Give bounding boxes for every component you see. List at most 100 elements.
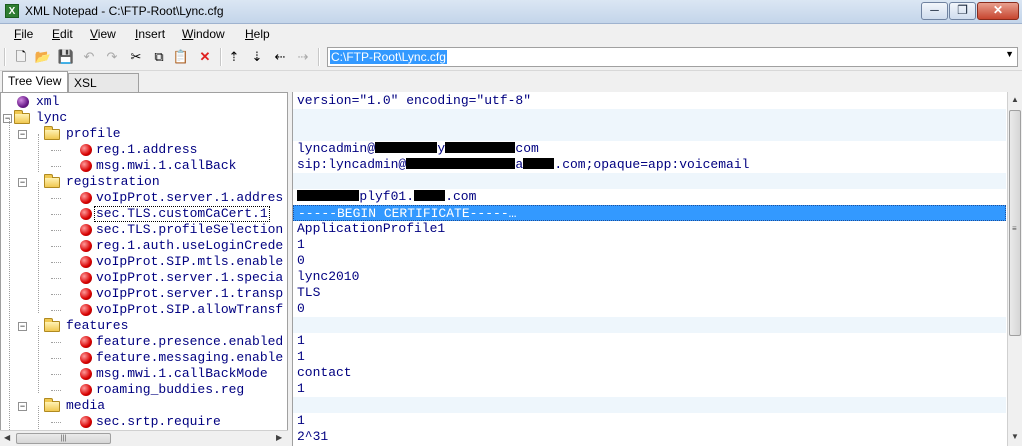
horizontal-scroll-thumb[interactable]: ||| — [16, 433, 111, 444]
tree-node[interactable]: voIpProt.SIP.mtls.enable — [1, 254, 287, 270]
file-path-text[interactable]: C:\FTP-Root\Lync.cfg — [330, 50, 447, 64]
menu-insert[interactable]: Insert — [135, 27, 165, 41]
value-row[interactable] — [293, 397, 1006, 413]
tree-node[interactable]: − features — [1, 318, 287, 334]
node-value-pane[interactable]: version="1.0" encoding="utf-8" lyncadmin@… — [292, 92, 1007, 446]
menu-file[interactable]: File — [14, 27, 33, 41]
close-button[interactable]: ✕ — [977, 2, 1019, 20]
menu-accelerator: E — [52, 27, 61, 41]
tree-node[interactable]: − media — [1, 398, 287, 414]
tree-node-label: reg.1.auth.useLoginCrede — [96, 238, 284, 253]
tree-node[interactable]: feature.messaging.enable — [1, 350, 287, 366]
value-row[interactable]: contact — [293, 365, 1006, 381]
nudge-down-icon[interactable]: ⇣ — [248, 48, 266, 66]
value-row[interactable] — [293, 125, 1006, 141]
tree-node[interactable]: sec.TLS.profileSelection — [1, 222, 287, 238]
collapse-node-icon[interactable]: − — [18, 130, 27, 139]
collapse-node-icon[interactable]: − — [18, 322, 27, 331]
value-text: a — [515, 157, 524, 172]
tree-connector — [51, 230, 61, 231]
value-row[interactable]: plyf01. .com — [293, 189, 1006, 205]
vertical-scroll-thumb[interactable]: ≡ — [1009, 110, 1021, 336]
tree-node[interactable]: xml — [1, 94, 287, 110]
tree-node[interactable]: roaming_buddies.reg — [1, 382, 287, 398]
attribute-icon — [80, 256, 92, 268]
value-text: 1 — [297, 413, 305, 428]
menu-help[interactable]: Help — [245, 27, 270, 41]
scroll-left-icon[interactable]: ◀ — [4, 433, 10, 442]
collapse-node-icon[interactable]: − — [18, 402, 27, 411]
xml-notepad-app-icon[interactable]: X — [5, 4, 19, 18]
tree-node[interactable]: voIpProt.server.1.transp — [1, 286, 287, 302]
tree-node[interactable]: − profile — [1, 126, 287, 142]
tree-node[interactable]: feature.presence.enabled — [1, 334, 287, 350]
cut-icon[interactable]: ✂ — [127, 48, 145, 66]
minimize-button[interactable]: ─ — [921, 2, 948, 20]
tree-node-label: registration — [66, 174, 160, 189]
value-row[interactable]: -----BEGIN CERTIFICATE-----… — [293, 205, 1006, 221]
delete-icon[interactable]: ✕ — [196, 48, 214, 66]
tree-node[interactable]: voIpProt.server.1.addres — [1, 190, 287, 206]
file-path-combobox[interactable]: C:\FTP-Root\Lync.cfg ▼ — [327, 47, 1018, 67]
value-row[interactable]: 1 — [293, 237, 1006, 253]
value-text: 1 — [297, 349, 305, 364]
tab-tree-view[interactable]: Tree View — [2, 71, 68, 93]
redacted-text — [445, 142, 516, 153]
collapse-node-icon[interactable]: − — [18, 178, 27, 187]
value-row[interactable]: 0 — [293, 253, 1006, 269]
nudge-up-icon[interactable]: ⇡ — [225, 48, 243, 66]
value-row[interactable]: 2^31 — [293, 429, 1006, 445]
tree-node[interactable]: reg.1.auth.useLoginCrede — [1, 238, 287, 254]
tree-view-pane[interactable]: xml − lync − profile reg.1.address msg.mwi.1.c… — [0, 92, 288, 431]
tab-xsl-output[interactable]: XSL Output — [68, 73, 139, 104]
menu-edit[interactable]: Edit — [52, 27, 73, 41]
menu-label-rest: elp — [253, 27, 270, 41]
tree-node[interactable]: − lync — [1, 110, 287, 126]
tree-horizontal-scrollbar[interactable]: ◀ ||| ▶ — [0, 430, 288, 446]
menu-view[interactable]: View — [90, 27, 116, 41]
value-row[interactable]: lyncadmin@ y com — [293, 141, 1006, 157]
value-row[interactable]: version="1.0" encoding="utf-8" — [293, 93, 1006, 109]
value-row[interactable] — [293, 173, 1006, 189]
tree-node[interactable]: msg.mwi.1.callBackMode — [1, 366, 287, 382]
value-row[interactable]: 0 — [293, 301, 1006, 317]
value-row[interactable]: TLS — [293, 285, 1006, 301]
chevron-down-icon[interactable]: ▼ — [1005, 49, 1014, 59]
value-row[interactable] — [293, 317, 1006, 333]
tree-node[interactable]: msg.mwi.1.callBack — [1, 158, 287, 174]
redo-icon[interactable]: ↷ — [103, 48, 121, 66]
tree-node[interactable]: voIpProt.server.1.specia — [1, 270, 287, 286]
open-folder-icon[interactable]: 📂 — [34, 48, 52, 66]
new-file-icon[interactable]: 🗋 — [12, 48, 30, 66]
collapse-node-icon[interactable]: − — [3, 114, 12, 123]
value-row[interactable]: lync2010 — [293, 269, 1006, 285]
value-row[interactable]: 1 — [293, 333, 1006, 349]
tree-node[interactable]: − registration — [1, 174, 287, 190]
scroll-right-icon[interactable]: ▶ — [276, 433, 282, 442]
vertical-scrollbar[interactable]: ▲ ≡ ▼ — [1007, 92, 1022, 446]
copy-icon[interactable]: ⧉ — [150, 48, 168, 66]
value-row[interactable]: sip:lyncadmin@ a .com;opaque=app:voicemail — [293, 157, 1006, 173]
value-row[interactable]: ApplicationProfile1 — [293, 221, 1006, 237]
undo-icon[interactable]: ↶ — [80, 48, 98, 66]
value-row[interactable]: 1 — [293, 413, 1006, 429]
tree-node[interactable]: sec.srtp.require — [1, 414, 287, 430]
nudge-left-icon[interactable]: ⇠ — [271, 48, 289, 66]
value-row[interactable]: 1 — [293, 381, 1006, 397]
value-text: lyncadmin@ — [297, 141, 376, 156]
value-row[interactable]: 1 — [293, 349, 1006, 365]
paste-icon[interactable]: 📋 — [172, 48, 190, 66]
menu-bar: File Edit View Insert Window Help — [0, 24, 1022, 44]
tree-node[interactable]: sec.TLS.customCaCert.1 — [1, 206, 287, 222]
menu-window[interactable]: Window — [182, 27, 225, 41]
scroll-up-icon[interactable]: ▲ — [1011, 95, 1019, 104]
save-icon[interactable]: 💾 — [57, 48, 75, 66]
value-row[interactable] — [293, 109, 1006, 125]
scroll-down-icon[interactable]: ▼ — [1011, 432, 1019, 441]
tree-node[interactable]: reg.1.address — [1, 142, 287, 158]
tree-node[interactable]: voIpProt.SIP.allowTransf — [1, 302, 287, 318]
nudge-right-icon[interactable]: ⇢ — [294, 48, 312, 66]
menu-accelerator: W — [182, 27, 194, 41]
attribute-icon — [80, 208, 92, 220]
maximize-button[interactable]: ❐ — [949, 2, 976, 20]
